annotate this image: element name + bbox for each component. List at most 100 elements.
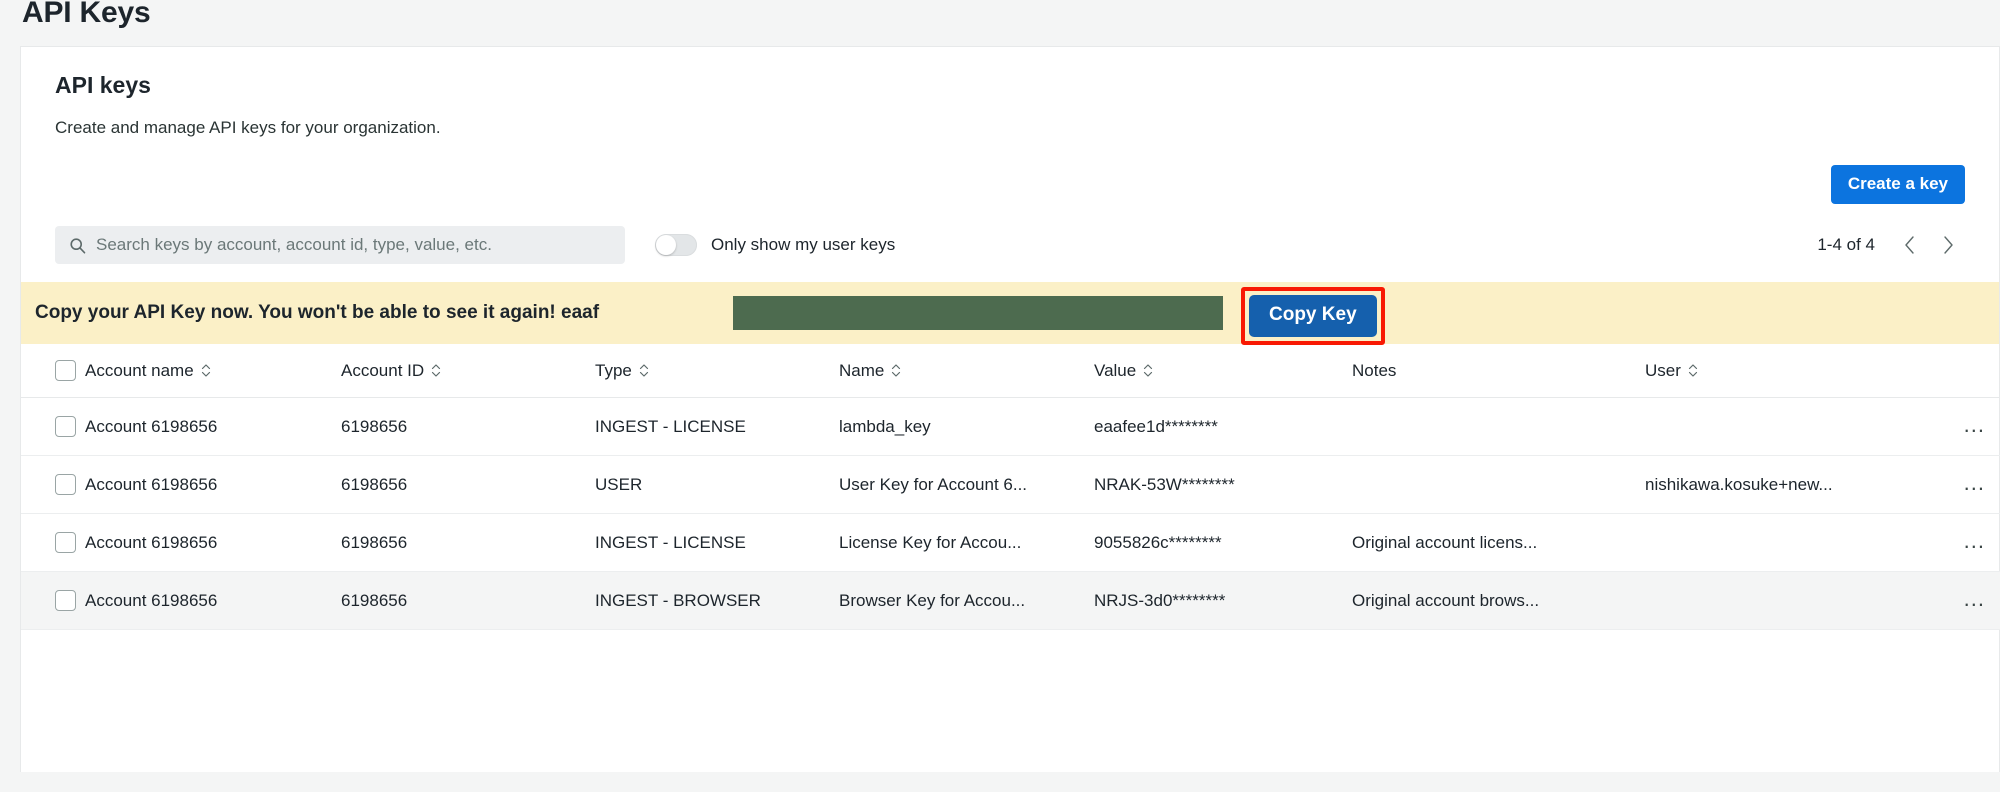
select-all-checkbox[interactable] xyxy=(55,360,76,381)
sort-icon xyxy=(1688,364,1698,377)
column-label: Account name xyxy=(85,360,194,380)
sort-icon xyxy=(432,364,441,377)
column-header-notes[interactable]: Notes xyxy=(1352,344,1645,398)
cell-account-name: Account 6198656 xyxy=(85,571,341,630)
cell-account-id: 6198656 xyxy=(341,571,595,630)
column-label: Value xyxy=(1094,360,1137,380)
next-page-button[interactable] xyxy=(1931,228,1965,262)
table-row[interactable]: Account 6198656 6198656 USER User Key fo… xyxy=(21,455,2000,514)
alert-message: Copy your API Key now. You won't be able… xyxy=(35,302,600,323)
chevron-left-icon xyxy=(1905,236,1914,254)
chevron-right-icon xyxy=(1944,236,1953,254)
column-header-account-name[interactable]: Account name xyxy=(85,344,341,398)
cell-account-name: Account 6198656 xyxy=(85,455,341,514)
row-actions-cell: ... xyxy=(1935,513,2000,572)
card-title: API keys xyxy=(55,72,151,98)
column-label: User xyxy=(1645,360,1681,380)
api-keys-page: API Keys API keys Create and manage API … xyxy=(0,0,2000,792)
sort-icon xyxy=(639,364,648,377)
cell-notes: Original account licens... xyxy=(1352,513,1645,572)
cell-account-id: 6198656 xyxy=(341,397,595,456)
api-keys-table: Account name Account ID Type Name Value … xyxy=(21,344,2000,630)
column-header-type[interactable]: Type xyxy=(595,344,839,398)
card-header: API keys Create and manage API keys for … xyxy=(21,47,1999,139)
page-title: API Keys xyxy=(22,0,151,29)
row-menu-icon[interactable]: ... xyxy=(1958,588,1991,610)
column-header-user[interactable]: User xyxy=(1645,344,1935,398)
toggle-knob xyxy=(656,235,676,255)
copy-key-highlight-box: Copy Key xyxy=(1241,287,1385,345)
pagination-range: 1-4 of 4 xyxy=(1817,235,1875,254)
page-header: API Keys xyxy=(0,0,2000,46)
search-input[interactable] xyxy=(96,226,596,264)
row-actions-cell: ... xyxy=(1935,397,2000,456)
row-checkbox[interactable] xyxy=(55,474,76,495)
column-label: Type xyxy=(595,360,632,380)
table-row[interactable]: Account 6198656 6198656 INGEST - LICENSE… xyxy=(21,397,2000,456)
cell-name: lambda_key xyxy=(839,397,1094,456)
select-all-header xyxy=(21,344,85,398)
row-select-cell xyxy=(21,455,85,514)
cell-type: INGEST - BROWSER xyxy=(595,571,839,630)
cell-name: Browser Key for Accou... xyxy=(839,571,1094,630)
search-box[interactable] xyxy=(55,226,625,264)
row-select-cell xyxy=(21,397,85,456)
cell-account-name: Account 6198656 xyxy=(85,513,341,572)
column-header-name[interactable]: Name xyxy=(839,344,1094,398)
sort-icon xyxy=(201,364,210,377)
cell-notes xyxy=(1352,455,1645,514)
copy-key-button[interactable]: Copy Key xyxy=(1249,295,1377,337)
column-label: Account ID xyxy=(341,360,425,380)
create-key-row: Create a key xyxy=(21,165,1999,204)
cell-value: eaafee1d******** xyxy=(1094,397,1352,456)
row-select-cell xyxy=(21,513,85,572)
cell-name: User Key for Account 6... xyxy=(839,455,1094,514)
table-body: Account 6198656 6198656 INGEST - LICENSE… xyxy=(21,397,2000,630)
row-menu-icon[interactable]: ... xyxy=(1958,414,1991,436)
sort-icon xyxy=(1144,364,1153,377)
cell-name: License Key for Accou... xyxy=(839,513,1094,572)
row-checkbox[interactable] xyxy=(55,416,76,437)
cell-value: NRJS-3d0******** xyxy=(1094,571,1352,630)
search-icon xyxy=(70,237,86,254)
redacted-api-key-value xyxy=(733,296,1223,330)
cell-account-id: 6198656 xyxy=(341,455,595,514)
column-label: Notes xyxy=(1352,360,1397,380)
table-header-row: Account name Account ID Type Name Value … xyxy=(21,344,2000,398)
column-label: Name xyxy=(839,360,885,380)
cell-notes xyxy=(1352,397,1645,456)
column-header-account-id[interactable]: Account ID xyxy=(341,344,595,398)
previous-page-button[interactable] xyxy=(1893,228,1927,262)
column-header-value[interactable]: Value xyxy=(1094,344,1352,398)
table-row[interactable]: Account 6198656 6198656 INGEST - LICENSE… xyxy=(21,513,2000,572)
cell-user xyxy=(1645,397,1935,456)
create-a-key-button[interactable]: Create a key xyxy=(1830,165,1965,204)
row-menu-icon[interactable]: ... xyxy=(1958,472,1991,494)
cell-notes: Original account brows... xyxy=(1352,571,1645,630)
row-actions-cell: ... xyxy=(1935,455,2000,514)
cell-type: INGEST - LICENSE xyxy=(595,397,839,456)
sort-icon xyxy=(892,364,901,377)
table-head: Account name Account ID Type Name Value … xyxy=(21,344,2000,398)
api-key-alert-banner: Copy your API Key now. You won't be able… xyxy=(21,282,1999,345)
cell-type: INGEST - LICENSE xyxy=(595,513,839,572)
cell-user: nishikawa.kosuke+new... xyxy=(1645,455,1935,514)
row-checkbox[interactable] xyxy=(55,532,76,553)
cell-value: 9055826c******** xyxy=(1094,513,1352,572)
row-actions-cell: ... xyxy=(1935,571,2000,630)
table-toolbar: Only show my user keys 1-4 of 4 xyxy=(21,224,1999,266)
table-row[interactable]: Account 6198656 6198656 INGEST - BROWSER… xyxy=(21,571,2000,630)
cell-type: USER xyxy=(595,455,839,514)
column-header-actions xyxy=(1935,344,2000,398)
card-subtitle: Create and manage API keys for your orga… xyxy=(55,118,441,137)
only-my-user-keys-toggle[interactable]: Only show my user keys xyxy=(655,234,895,256)
pagination: 1-4 of 4 xyxy=(1817,228,1965,262)
toggle-track[interactable] xyxy=(655,234,697,256)
cell-account-id: 6198656 xyxy=(341,513,595,572)
api-keys-card: API keys Create and manage API keys for … xyxy=(20,46,2000,772)
row-select-cell xyxy=(21,571,85,630)
only-my-user-keys-label: Only show my user keys xyxy=(711,235,896,254)
cell-user xyxy=(1645,513,1935,572)
row-menu-icon[interactable]: ... xyxy=(1958,530,1991,552)
row-checkbox[interactable] xyxy=(55,590,76,611)
